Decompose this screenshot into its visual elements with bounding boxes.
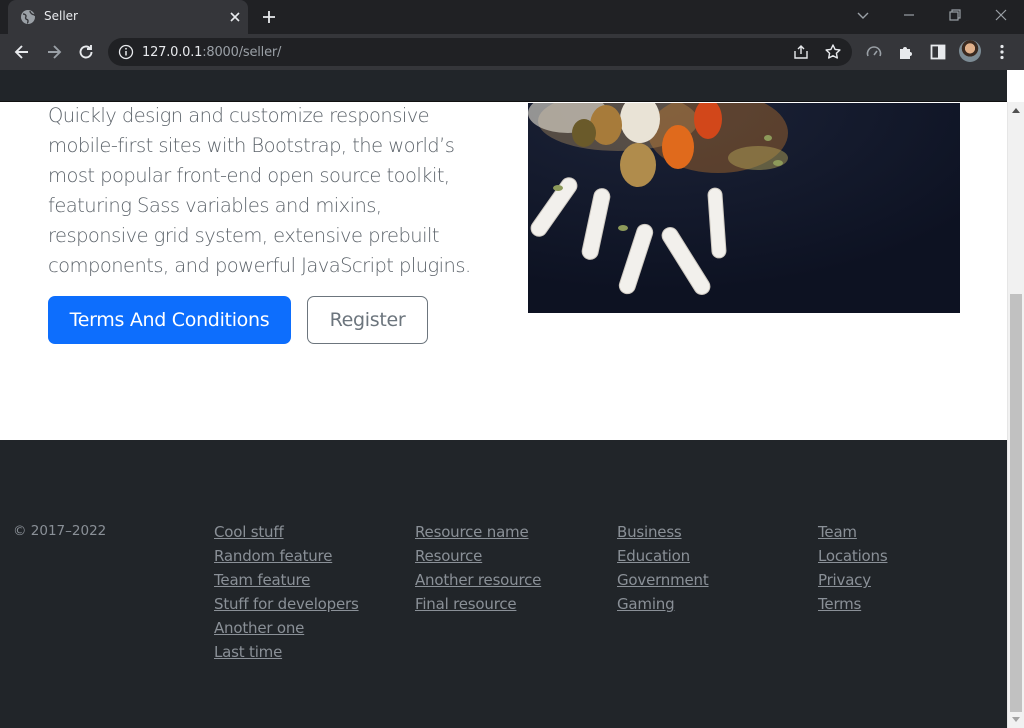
url-host: 127.0.0.1 [142,45,203,60]
footer-link[interactable]: Random feature [214,547,332,565]
performance-icon[interactable] [864,42,884,62]
kebab-menu-icon[interactable] [992,42,1012,62]
footer-column-about: Team Locations Privacy Terms [818,522,888,618]
page-scrollbar[interactable] [1007,102,1024,728]
new-tab-icon[interactable] [259,7,279,27]
minimize-icon[interactable] [899,5,919,25]
side-panel-icon[interactable] [928,42,948,62]
footer-link[interactable]: Another one [214,619,304,637]
register-button[interactable]: Register [307,296,428,344]
back-arrow-icon[interactable] [12,42,32,62]
share-icon[interactable] [792,43,810,61]
footer-link[interactable]: Terms [818,595,861,613]
footer-link[interactable]: Stuff for developers [214,595,359,613]
tab-search-icon[interactable] [853,5,873,25]
footer-link[interactable]: Resource [415,547,482,565]
footer-column-features: Cool stuff Random feature Team feature S… [214,522,359,666]
url-text: 127.0.0.1:8000/seller/ [142,45,281,60]
scroll-up-arrow-icon[interactable] [1012,108,1020,113]
profile-avatar[interactable] [959,40,981,62]
spices-spoons-illustration [528,103,960,313]
hero-lead-text: Quickly design and customize responsive … [48,104,471,277]
footer-link[interactable]: Another resource [415,571,541,589]
globe-icon [21,10,36,24]
close-tab-icon[interactable] [226,8,244,26]
browser-tab-strip: Seller [0,0,1024,34]
footer-link[interactable]: Final resource [415,595,517,613]
forward-arrow-icon[interactable] [44,42,64,62]
site-info-icon[interactable] [118,44,134,60]
extensions-puzzle-icon[interactable] [896,42,916,62]
restore-icon[interactable] [945,5,965,25]
footer-link[interactable]: Team [818,523,857,541]
footer-link[interactable]: Government [617,571,709,589]
bookmark-star-icon[interactable] [824,43,842,61]
scrollbar-thumb[interactable] [1010,294,1022,712]
reload-icon[interactable] [76,42,96,62]
browser-toolbar: 127.0.0.1:8000/seller/ [0,34,1024,70]
footer-link[interactable]: Gaming [617,595,675,613]
footer-link[interactable]: Education [617,547,690,565]
copyright-text: © 2017–2022 [13,523,107,539]
browser-tab[interactable]: Seller [8,0,248,34]
footer-link[interactable]: Team feature [214,571,310,589]
footer-link[interactable]: Resource name [415,523,529,541]
footer-link[interactable]: Locations [818,547,888,565]
footer-link[interactable]: Cool stuff [214,523,284,541]
footer-link[interactable]: Privacy [818,571,871,589]
url-path: :8000/seller/ [202,45,282,60]
site-footer: © 2017–2022 Cool stuff Random feature Te… [0,440,1007,728]
address-bar[interactable]: 127.0.0.1:8000/seller/ [108,38,852,66]
footer-column-resources: Resource name Resource Another resource … [415,522,541,618]
site-navbar [0,70,1007,102]
footer-link[interactable]: Business [617,523,682,541]
terms-and-conditions-button[interactable]: Terms And Conditions [48,296,291,344]
hero-image [528,103,960,313]
footer-column-sectors: Business Education Government Gaming [617,522,709,618]
tab-title: Seller [44,9,78,23]
scroll-down-arrow-icon[interactable] [1012,717,1020,722]
footer-link[interactable]: Last time [214,643,282,661]
close-window-icon[interactable] [991,5,1011,25]
